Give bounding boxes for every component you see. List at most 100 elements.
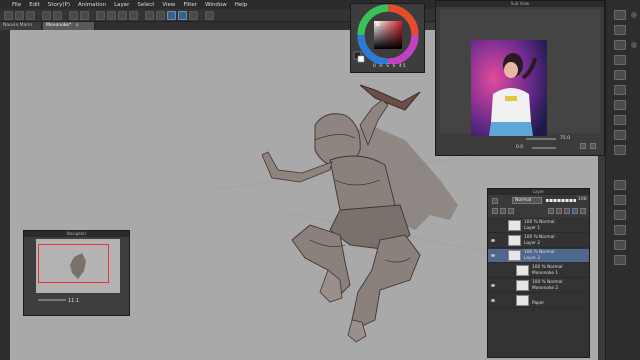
new-layer-icon[interactable]: [548, 208, 554, 214]
layer-thumbnail: [508, 250, 521, 261]
layer-color-icon[interactable]: [572, 208, 578, 214]
open-file-button[interactable]: [15, 11, 24, 20]
reset-view-button[interactable]: [580, 143, 586, 149]
eye-icon[interactable]: [491, 284, 495, 287]
opacity-value[interactable]: 100: [578, 197, 587, 202]
panel-icon[interactable]: [614, 70, 626, 80]
new-folder-icon[interactable]: [556, 208, 562, 214]
layer-blend-label: 100 % Normal: [532, 265, 563, 270]
menu-file[interactable]: File: [12, 2, 21, 8]
tab-label: Mononoke*: [46, 23, 72, 28]
panel-icon[interactable]: [614, 40, 626, 50]
layer-row[interactable]: 100 % Normal Layer 1: [488, 219, 589, 233]
layer-row[interactable]: Paper: [488, 294, 589, 308]
layer-name: Paper: [532, 301, 545, 306]
panel-icon[interactable]: [614, 25, 626, 35]
eye-icon[interactable]: [491, 239, 495, 242]
eye-icon[interactable]: [491, 269, 495, 272]
menu-window[interactable]: Window: [205, 2, 227, 8]
rotate-slider[interactable]: [532, 147, 556, 149]
layer-thumbnail: [516, 265, 529, 276]
tab-naosia-marin[interactable]: Naosia Marin: [0, 22, 42, 30]
menu-filter[interactable]: Filter: [183, 2, 197, 8]
reference-viewport[interactable]: [440, 9, 600, 136]
panel-icon[interactable]: [614, 255, 626, 265]
expand-selection-button[interactable]: [118, 11, 127, 20]
color-wheel-panel: 0 H S V 45: [350, 3, 425, 73]
layer-row[interactable]: 100 % Normal Layer 3: [488, 249, 589, 263]
opacity-slider[interactable]: [546, 199, 576, 202]
blend-mode-select[interactable]: Normal: [512, 197, 542, 204]
panel-title: Layer: [488, 189, 589, 195]
menu-story[interactable]: Story(P): [48, 2, 70, 8]
clip-icon[interactable]: [500, 208, 506, 214]
color-mode-readout: 0 H S V 45: [373, 64, 407, 69]
layer-menu-icon[interactable]: [492, 198, 498, 204]
right-panel-strip: [605, 0, 640, 360]
panel-icon[interactable]: [614, 100, 626, 110]
guide-button[interactable]: [205, 11, 214, 20]
deselect-button[interactable]: [96, 11, 105, 20]
panel-icon[interactable]: [614, 225, 626, 235]
shrink-selection-button[interactable]: [129, 11, 138, 20]
layer-blend-row: Normal 100: [490, 197, 589, 205]
panel-icon[interactable]: [614, 195, 626, 205]
new-file-button[interactable]: [4, 11, 13, 20]
document-tabs: Naosia Marin Mononoke* x: [0, 22, 350, 30]
lock-icon[interactable]: [492, 208, 498, 214]
snap-grid-button[interactable]: [178, 11, 187, 20]
snap-button[interactable]: [156, 11, 165, 20]
navigator-zoom-slider[interactable]: [38, 299, 66, 301]
layer-row[interactable]: 100 % Normal Mononoke 2: [488, 279, 589, 293]
zoom-slider[interactable]: [526, 138, 556, 140]
menu-edit[interactable]: Edit: [29, 2, 40, 8]
layer-row[interactable]: 100 % Normal Layer 2: [488, 234, 589, 248]
invert-selection-button[interactable]: [107, 11, 116, 20]
fill-button[interactable]: [145, 11, 154, 20]
panel-icon[interactable]: [614, 115, 626, 125]
close-icon[interactable]: x: [76, 23, 79, 28]
panel-icon[interactable]: [614, 145, 626, 155]
flip-button[interactable]: [590, 143, 596, 149]
navigator-zoom-value[interactable]: 11.1: [68, 298, 79, 304]
reference-photo: [471, 40, 547, 136]
menu-select[interactable]: Select: [137, 2, 154, 8]
subview-angle[interactable]: 0.0: [516, 145, 523, 150]
panel-icon[interactable]: [614, 85, 626, 95]
panel-icon[interactable]: [614, 10, 626, 20]
dot-icon: [631, 42, 637, 48]
subview-zoom[interactable]: 75.0: [560, 136, 570, 141]
undo-button[interactable]: [42, 11, 51, 20]
menu-view[interactable]: View: [162, 2, 175, 8]
navigator-preview[interactable]: [36, 239, 120, 293]
tab-mononoke[interactable]: Mononoke* x: [43, 22, 95, 30]
layer-row[interactable]: 100 % Normal Mononoke 1: [488, 264, 589, 278]
save-button[interactable]: [26, 11, 35, 20]
panel-icon[interactable]: [614, 55, 626, 65]
reference-icon[interactable]: [508, 208, 514, 214]
color-wheel[interactable]: [351, 4, 426, 66]
clear-button[interactable]: [69, 11, 78, 20]
layer-name: Layer 2: [524, 241, 541, 246]
snap-point-button[interactable]: [189, 11, 198, 20]
menu-animation[interactable]: Animation: [78, 2, 106, 8]
menu-layer[interactable]: Layer: [114, 2, 129, 8]
dot-icon: [631, 12, 637, 18]
layer-toolbar: [490, 207, 589, 215]
menu-help[interactable]: Help: [235, 2, 248, 8]
delete-layer-icon[interactable]: [580, 208, 586, 214]
eye-icon[interactable]: [491, 254, 495, 257]
panel-icon[interactable]: [614, 180, 626, 190]
redo-button[interactable]: [53, 11, 62, 20]
layer-blend-label: 100 % Normal: [524, 235, 555, 240]
panel-icon[interactable]: [614, 240, 626, 250]
eye-icon[interactable]: [491, 299, 495, 302]
layer-name: Layer 1: [524, 226, 541, 231]
transform-button[interactable]: [80, 11, 89, 20]
panel-icon[interactable]: [614, 130, 626, 140]
panel-icon[interactable]: [614, 210, 626, 220]
layer-thumbnail: [516, 280, 529, 291]
snap-ruler-button[interactable]: [167, 11, 176, 20]
mask-icon[interactable]: [564, 208, 570, 214]
eye-icon[interactable]: [491, 224, 495, 227]
